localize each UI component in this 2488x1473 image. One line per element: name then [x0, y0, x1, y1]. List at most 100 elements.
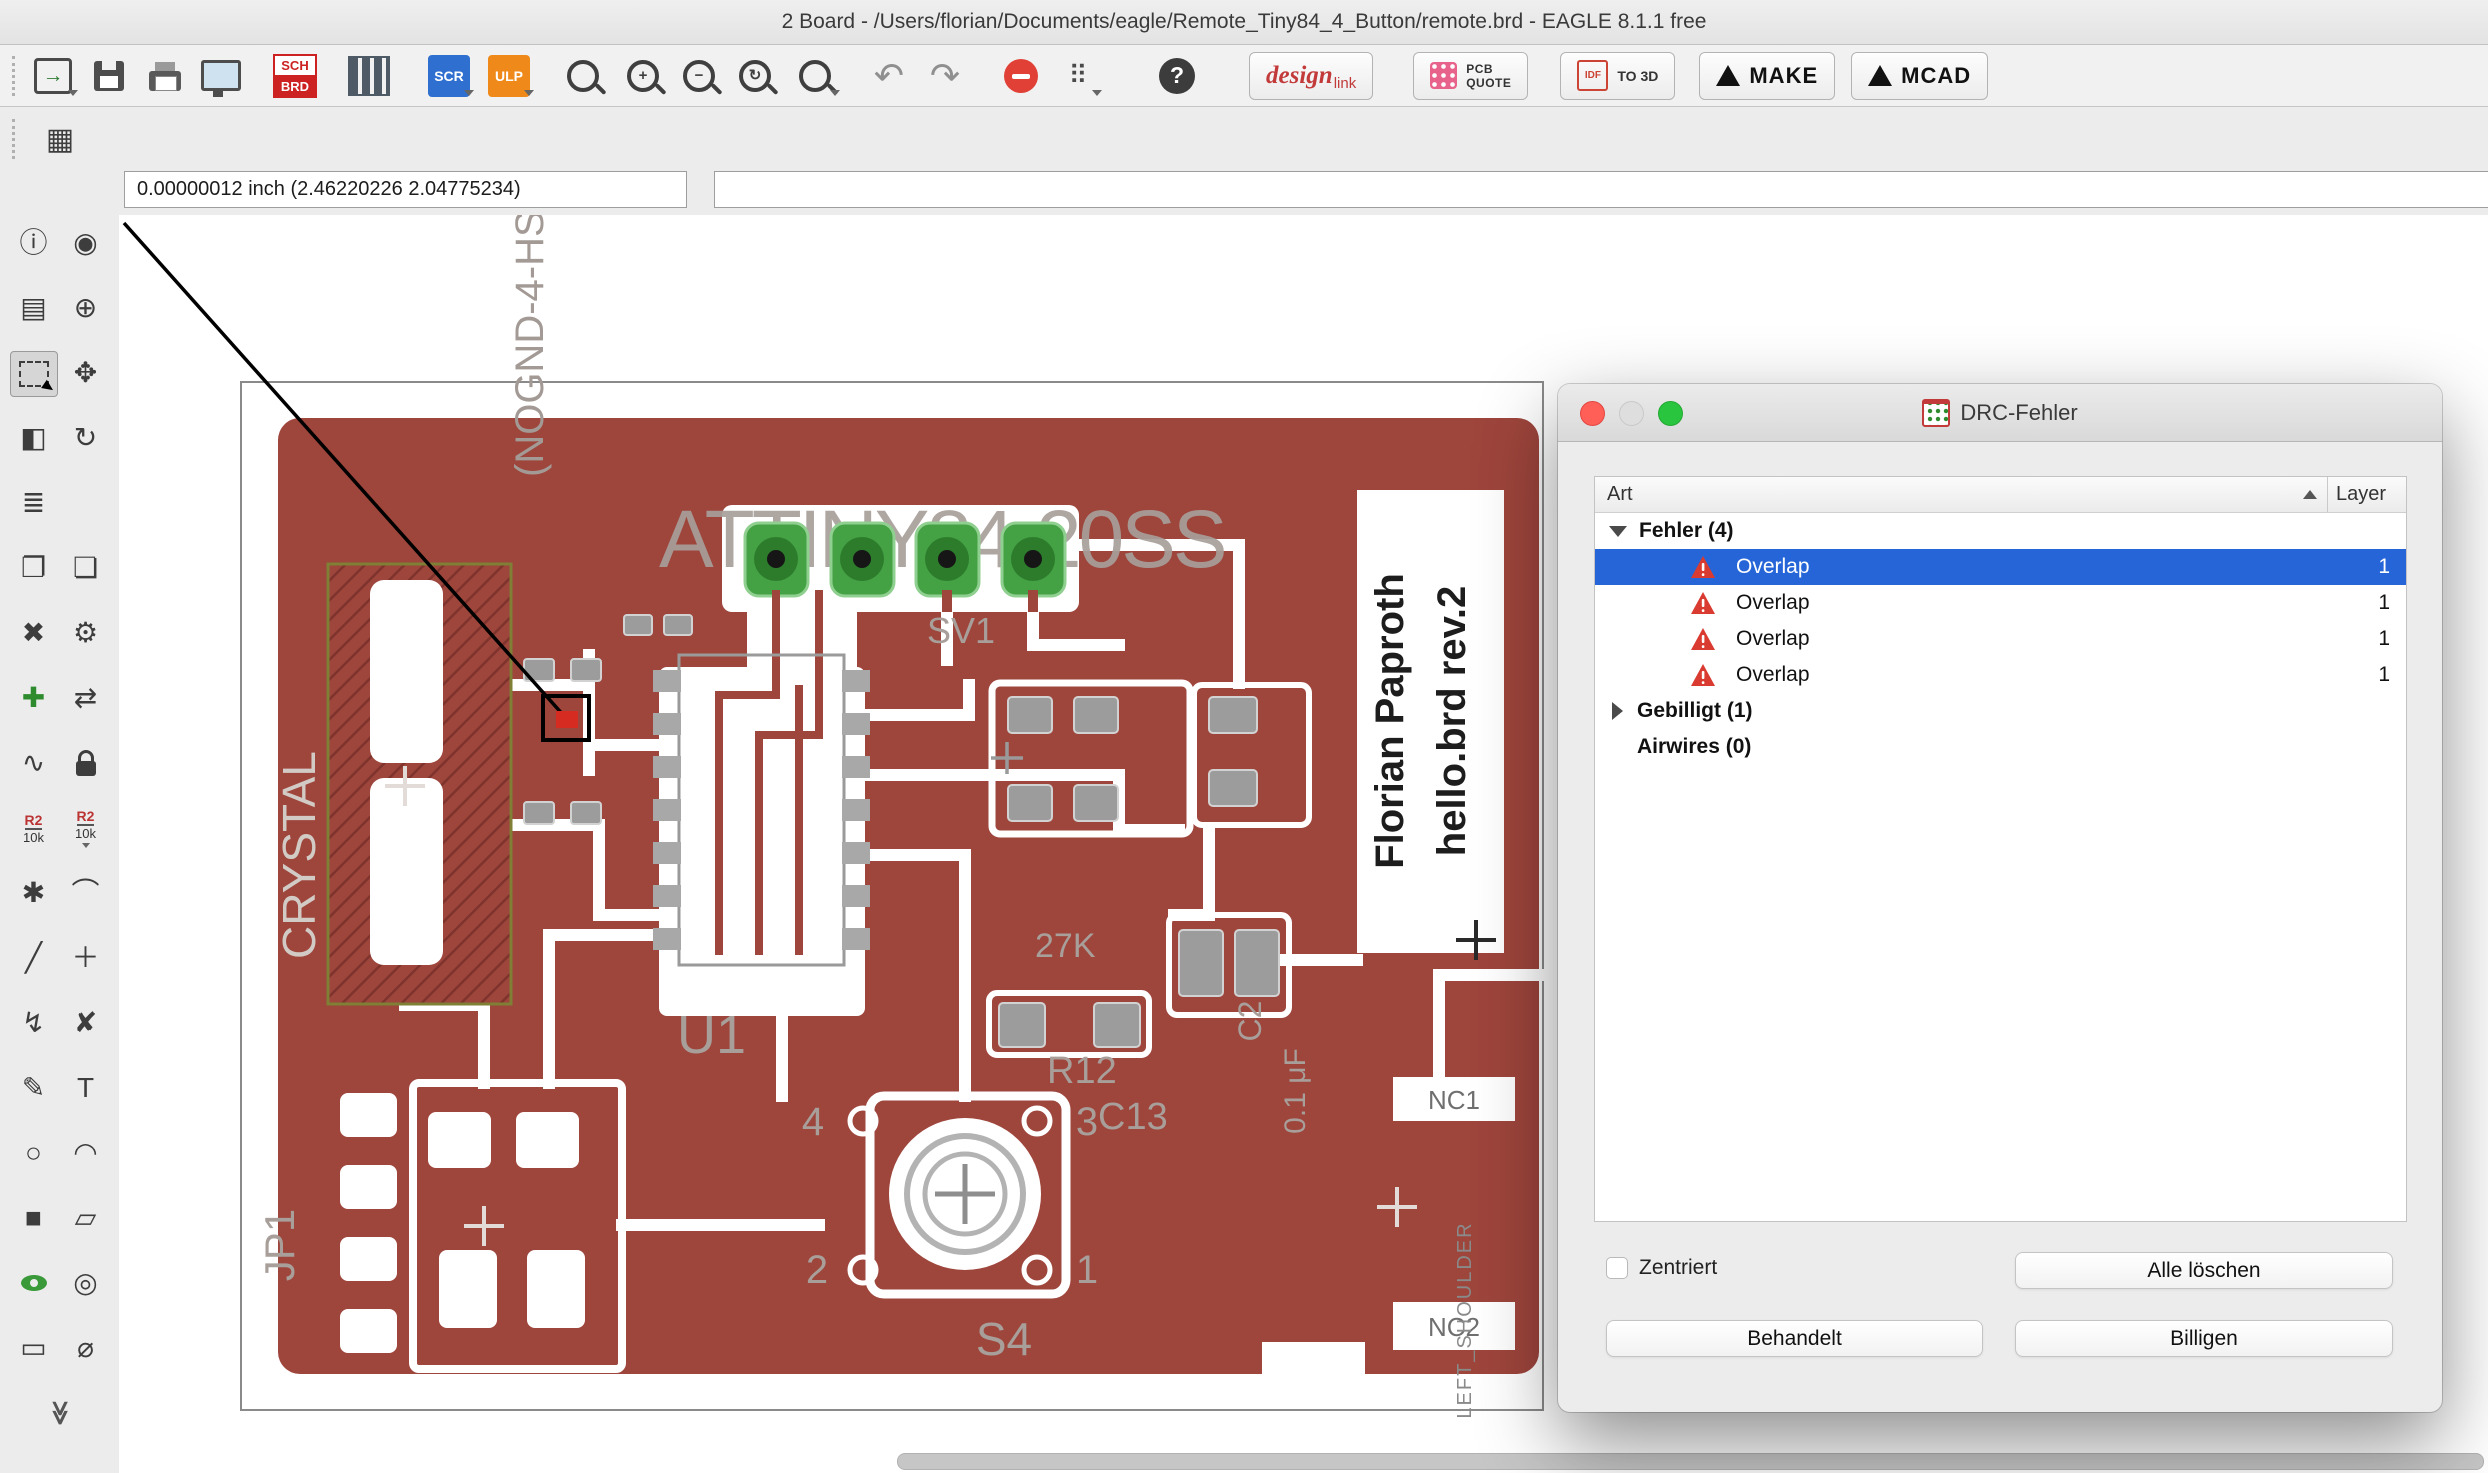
- drill-tool[interactable]: ⌀: [63, 1326, 109, 1370]
- sort-ascending-icon[interactable]: [2303, 490, 2317, 499]
- zoom-window-button[interactable]: [1658, 401, 1683, 426]
- zentriert-checkbox-input[interactable]: [1606, 1257, 1628, 1279]
- pcb-quote-button[interactable]: PCBQUOTE: [1413, 52, 1528, 100]
- save-icon: [94, 61, 124, 91]
- zoom-redraw-icon: ↻: [739, 60, 771, 92]
- command-line[interactable]: [714, 171, 2488, 208]
- lock-icon: [76, 761, 96, 776]
- window-titlebar[interactable]: 2 Board - /Users/florian/Documents/eagle…: [0, 0, 2488, 45]
- hole-tool[interactable]: ◎: [63, 1261, 109, 1305]
- image-export-button[interactable]: [193, 51, 249, 101]
- more-options-button[interactable]: ⠿: [1049, 51, 1105, 101]
- warning-icon: [1690, 627, 1716, 651]
- stop-button[interactable]: [993, 51, 1049, 101]
- mark-tool[interactable]: ⊕: [63, 286, 109, 330]
- via-icon: [21, 1275, 47, 1291]
- warning-icon: [1690, 555, 1716, 579]
- minimize-button[interactable]: [1619, 401, 1644, 426]
- idf-to-3d-button[interactable]: IDF TO 3D: [1560, 52, 1675, 100]
- miter-tool[interactable]: ⌒: [63, 871, 109, 915]
- close-button[interactable]: [1580, 401, 1605, 426]
- zoom-redraw-button[interactable]: ↻: [727, 51, 783, 101]
- column-header-layer[interactable]: Layer: [2327, 477, 2406, 512]
- add-part-tool[interactable]: ✚: [11, 676, 57, 720]
- zentriert-checkbox[interactable]: Zentriert: [1606, 1256, 1717, 1280]
- circle-tool[interactable]: ○: [11, 1131, 57, 1175]
- replace-tool[interactable]: ⇄: [63, 676, 109, 720]
- undo-button[interactable]: ↶: [861, 51, 917, 101]
- show-tool[interactable]: ◉: [63, 221, 109, 265]
- delete-all-button[interactable]: Alle löschen: [2015, 1252, 2393, 1289]
- text-tool[interactable]: T: [63, 1066, 109, 1110]
- open-schematic-button[interactable]: SCHBRD: [267, 51, 323, 101]
- collapse-tools-button[interactable]: ≫: [37, 1391, 83, 1435]
- window-columns-button[interactable]: [341, 51, 397, 101]
- svg-text:U1: U1: [677, 1005, 746, 1065]
- resistor-value-dropdown-tool[interactable]: R210k: [63, 806, 109, 850]
- delete-tool[interactable]: ✖: [11, 611, 57, 655]
- lock-tool[interactable]: [63, 741, 109, 785]
- mcad-button[interactable]: MCAD: [1851, 52, 1988, 100]
- copy-tool[interactable]: ❐: [11, 546, 57, 590]
- drc-titlebar[interactable]: DRC-Fehler: [1558, 384, 2442, 442]
- toolbar-drag-handle[interactable]: [12, 56, 15, 96]
- ratsnest-tool[interactable]: ∿: [11, 741, 57, 785]
- disclosure-closed-icon[interactable]: [1612, 702, 1623, 720]
- wire-tool[interactable]: ✎: [11, 1066, 57, 1110]
- move-tool[interactable]: ✥: [63, 351, 109, 395]
- save-button[interactable]: [81, 51, 137, 101]
- group-select-tool[interactable]: [10, 351, 58, 397]
- display-layers-tool[interactable]: ▤: [11, 286, 57, 330]
- zoom-select-button[interactable]: [787, 51, 843, 101]
- paste-tool[interactable]: ❏: [63, 546, 109, 590]
- error-row-overlap-3[interactable]: Overlap 1: [1595, 621, 2406, 657]
- error-group-gebilligt[interactable]: Gebilligt (1): [1595, 693, 2406, 729]
- error-group-fehler[interactable]: Fehler (4): [1595, 513, 2406, 549]
- error-row-overlap-1[interactable]: Overlap 1: [1595, 549, 2406, 585]
- align-tool[interactable]: ≣: [11, 481, 57, 525]
- rect-tool[interactable]: ■: [11, 1196, 57, 1240]
- zoom-fit-icon: [567, 60, 599, 92]
- approve-button[interactable]: Billigen: [2015, 1320, 2393, 1357]
- canvas-horizontal-scrollbar[interactable]: [897, 1453, 2484, 1470]
- zoom-out-button[interactable]: −: [671, 51, 727, 101]
- via-tool[interactable]: [11, 1261, 57, 1305]
- chevron-down-icon: [1092, 90, 1102, 96]
- error-group-airwires[interactable]: Airwires (0): [1595, 729, 2406, 765]
- pad-tool[interactable]: ▭: [11, 1326, 57, 1370]
- trace-bar: [1262, 1342, 1365, 1378]
- design-link-button[interactable]: design link: [1249, 52, 1373, 100]
- help-icon: ?: [1159, 58, 1195, 94]
- smash-tool[interactable]: ✱: [11, 871, 57, 915]
- grid-button[interactable]: ▦: [39, 118, 81, 160]
- polygon-tool[interactable]: ▱: [63, 1196, 109, 1240]
- info-tool[interactable]: ⓘ: [11, 221, 57, 265]
- run-script-button[interactable]: SCR: [421, 51, 477, 101]
- command-line-input[interactable]: [727, 171, 2488, 208]
- run-ulp-button[interactable]: ULP: [481, 51, 537, 101]
- mirror-tool[interactable]: ◧: [11, 416, 57, 460]
- export-button[interactable]: →: [25, 51, 81, 101]
- column-header-art[interactable]: Art: [1595, 483, 2303, 506]
- make-button[interactable]: MAKE: [1699, 52, 1835, 100]
- route-tool[interactable]: ↯: [11, 1001, 57, 1045]
- disclosure-open-icon[interactable]: [1609, 526, 1627, 537]
- arc-tool[interactable]: ◠: [63, 1131, 109, 1175]
- resistor-value-tool[interactable]: R210k: [11, 806, 57, 850]
- optimize-tool[interactable]: ＋: [63, 936, 109, 980]
- redo-button[interactable]: ↷: [917, 51, 973, 101]
- zoom-fit-button[interactable]: [555, 51, 611, 101]
- zoom-in-button[interactable]: +: [615, 51, 671, 101]
- processed-button[interactable]: Behandelt: [1606, 1320, 1983, 1357]
- author-label: Florian Paproth hello.brd rev.2: [1357, 490, 1504, 960]
- grid-icon: ▦: [46, 122, 74, 157]
- ripup-tool[interactable]: ✘: [63, 1001, 109, 1045]
- error-row-overlap-2[interactable]: Overlap 1: [1595, 585, 2406, 621]
- rotate-tool[interactable]: ↻: [63, 416, 109, 460]
- error-row-overlap-4[interactable]: Overlap 1: [1595, 657, 2406, 693]
- parambar-drag-handle[interactable]: [12, 119, 15, 159]
- change-tool[interactable]: ⚙: [63, 611, 109, 655]
- split-tool[interactable]: ╱: [11, 936, 57, 980]
- print-button[interactable]: [137, 51, 193, 101]
- help-button[interactable]: ?: [1149, 51, 1205, 101]
